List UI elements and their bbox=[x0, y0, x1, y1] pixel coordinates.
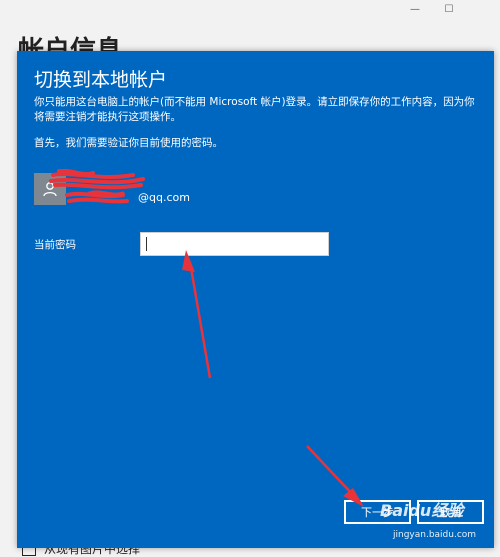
maximize-button[interactable]: ☐ bbox=[432, 0, 466, 18]
close-button[interactable] bbox=[466, 0, 500, 18]
current-password-label: 当前密码 bbox=[34, 239, 76, 251]
watermark-site: jingyan.baidu.com bbox=[393, 530, 477, 540]
text-caret bbox=[146, 237, 147, 251]
current-password-input[interactable] bbox=[140, 232, 329, 256]
window-controls: — ☐ bbox=[398, 0, 500, 18]
redaction-scribble bbox=[49, 169, 145, 204]
minimize-button[interactable]: — bbox=[398, 0, 432, 18]
switch-local-account-dialog: 切换到本地帐户 你只能用这台电脑上的帐户(而不能用 Microsoft 帐户)登… bbox=[17, 51, 494, 548]
verify-instruction: 首先，我们需要验证你目前使用的密码。 bbox=[34, 137, 223, 149]
dialog-description: 你只能用这台电脑上的帐户(而不能用 Microsoft 帐户)登录。请立即保存你… bbox=[34, 96, 475, 123]
watermark-logo: Baidu经验 bbox=[380, 501, 464, 520]
dialog-title: 切换到本地帐户 bbox=[34, 69, 168, 91]
